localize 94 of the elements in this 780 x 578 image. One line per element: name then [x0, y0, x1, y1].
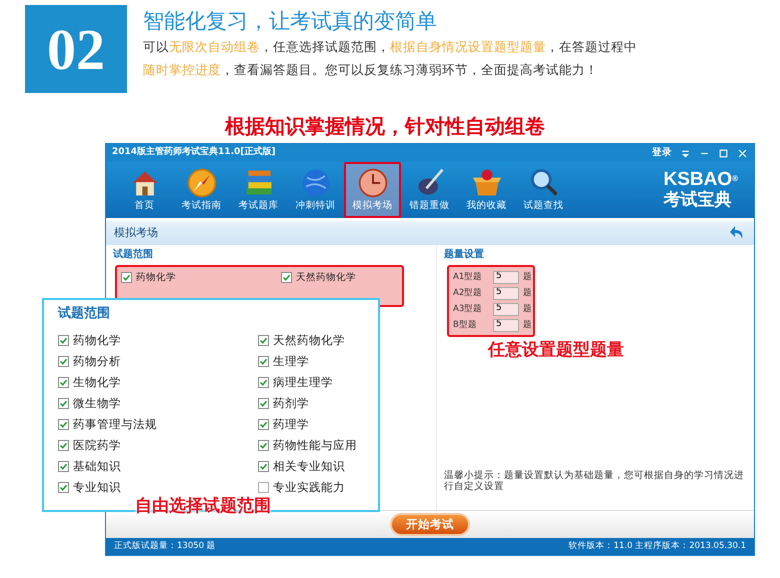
app-logo: KSBAO$^{®}$ 考试宝典	[663, 168, 738, 212]
checkbox-label: 药物化学	[136, 271, 176, 285]
version-info: 软件版本：11.0 主程序版本：2013.05.30.1	[568, 540, 746, 553]
toolbar-button[interactable]: 错题重做	[401, 162, 458, 218]
checkbox[interactable]	[258, 460, 269, 472]
toolbar-button[interactable]: 试题查找	[515, 162, 572, 218]
toolbar-button[interactable]: 首页	[116, 162, 173, 218]
number-field[interactable]: 5	[493, 302, 519, 316]
checkbox-label: 药物分析	[73, 354, 121, 368]
callout-text: 任意设置题型题量	[488, 339, 624, 362]
checkbox[interactable]	[58, 460, 69, 472]
unit-label: 题	[523, 270, 532, 284]
checkbox[interactable]	[58, 482, 69, 492]
toolbar-button[interactable]: 考试指南	[173, 162, 230, 218]
toolbar-button[interactable]: 我的收藏	[458, 162, 515, 218]
scope-heading: 试题范围	[58, 305, 111, 323]
section-title: 模拟考场	[114, 224, 158, 241]
checkbox-label: 基础知识	[73, 458, 121, 474]
window-title: 2014版主管药师考试宝典11.0[正式版]	[112, 146, 276, 160]
field-label: A2型题	[453, 286, 484, 300]
toolbar-button[interactable]: 模拟考场	[344, 162, 401, 218]
scope-heading: 试题范围	[113, 248, 154, 262]
checkbox-label: 药事管理与法规	[73, 416, 157, 432]
checkbox-label: 医院药学	[73, 438, 121, 452]
field-label: A3型题	[453, 302, 484, 316]
checkbox-label: 天然药物化学	[296, 271, 356, 285]
checkbox-label: 相关专业知识	[273, 458, 345, 474]
checkbox-label: 专业实践能力	[273, 480, 345, 494]
toolbar-button[interactable]: 考试题库	[230, 162, 287, 218]
check-icon	[259, 440, 268, 450]
tip-text: 温馨小提示：题量设置默认为基础题量，您可根据自身的学习情况进行自定义设置	[444, 470, 745, 492]
checkbox[interactable]	[281, 272, 292, 283]
checkbox[interactable]	[258, 482, 269, 492]
check-icon	[259, 398, 268, 408]
checkbox-label: 药理学	[273, 416, 309, 432]
checkbox-label: 药物性能与应用	[273, 438, 357, 452]
checkbox[interactable]	[258, 356, 269, 366]
checkbox-label: 微生物学	[73, 396, 121, 410]
checkbox[interactable]	[121, 272, 132, 283]
check-icon	[59, 378, 68, 386]
checkbox[interactable]	[258, 440, 269, 450]
checkbox-label: 生物化学	[73, 374, 121, 390]
check-icon	[59, 398, 68, 408]
number-field[interactable]: 5	[493, 270, 519, 284]
checkbox-label: 专业知识	[73, 480, 121, 494]
checkbox[interactable]	[58, 398, 69, 408]
checkbox-label: 药剂学	[273, 396, 309, 410]
field-label: B型题	[453, 318, 478, 332]
toolbar-button[interactable]: 冲刺特训	[287, 162, 344, 218]
check-icon	[122, 273, 131, 282]
checkbox-label: 病理生理学	[273, 374, 333, 390]
check-icon	[282, 273, 291, 282]
number-field[interactable]: 5	[493, 286, 519, 300]
unit-label: 题	[523, 286, 532, 300]
checkbox[interactable]	[58, 356, 69, 366]
clock-icon	[356, 166, 388, 199]
globe-icon	[300, 166, 332, 199]
check-icon	[59, 420, 68, 428]
question-count: 正式版试题量：13050 题	[114, 540, 216, 553]
check-icon	[59, 462, 68, 470]
checkbox[interactable]	[258, 398, 269, 408]
start-exam-button[interactable]: 开始考试	[390, 512, 470, 536]
login-link[interactable]: 登录	[652, 146, 672, 160]
check-icon	[259, 336, 268, 344]
compass-icon	[186, 166, 218, 199]
check-icon	[259, 462, 268, 470]
checkbox[interactable]	[258, 376, 269, 388]
check-icon	[59, 482, 68, 492]
banner-description: 可以无限次自动组卷，任意选择试题范围，根据自身情况设置题型题量，在答题过程中 随时掌控进度，查看漏答题目。您可以反复练习薄弱环节，全面提高考试能力！	[143, 38, 637, 79]
checkbox-label: 天然药物化学	[273, 332, 345, 348]
unit-label: 题	[523, 318, 532, 332]
checkbox[interactable]	[58, 376, 69, 388]
maximize-icon[interactable]	[718, 148, 729, 158]
step-number-badge: 02	[25, 5, 127, 93]
close-icon[interactable]	[737, 148, 748, 158]
checkbox-label: 药物化学	[73, 332, 121, 348]
field-label: A1型题	[453, 270, 484, 284]
check-icon	[259, 356, 268, 366]
checkbox[interactable]	[58, 418, 69, 430]
check-icon	[59, 336, 68, 344]
unit-label: 题	[523, 302, 532, 316]
checkbox[interactable]	[58, 334, 69, 346]
checkbox-label: 生理学	[273, 354, 309, 368]
check-icon	[59, 440, 68, 450]
check-icon	[59, 356, 68, 366]
number-field[interactable]: 5	[493, 318, 519, 332]
checkbox[interactable]	[258, 334, 269, 346]
quantity-heading: 题量设置	[444, 248, 485, 262]
banner-title: 智能化复习，让考试真的变简单	[143, 8, 438, 35]
checkbox[interactable]	[58, 440, 69, 450]
headline: 根据知识掌握情况，针对性自动组卷	[224, 113, 546, 140]
checkbox[interactable]	[258, 418, 269, 430]
check-icon	[259, 378, 268, 386]
check-icon	[259, 420, 268, 428]
